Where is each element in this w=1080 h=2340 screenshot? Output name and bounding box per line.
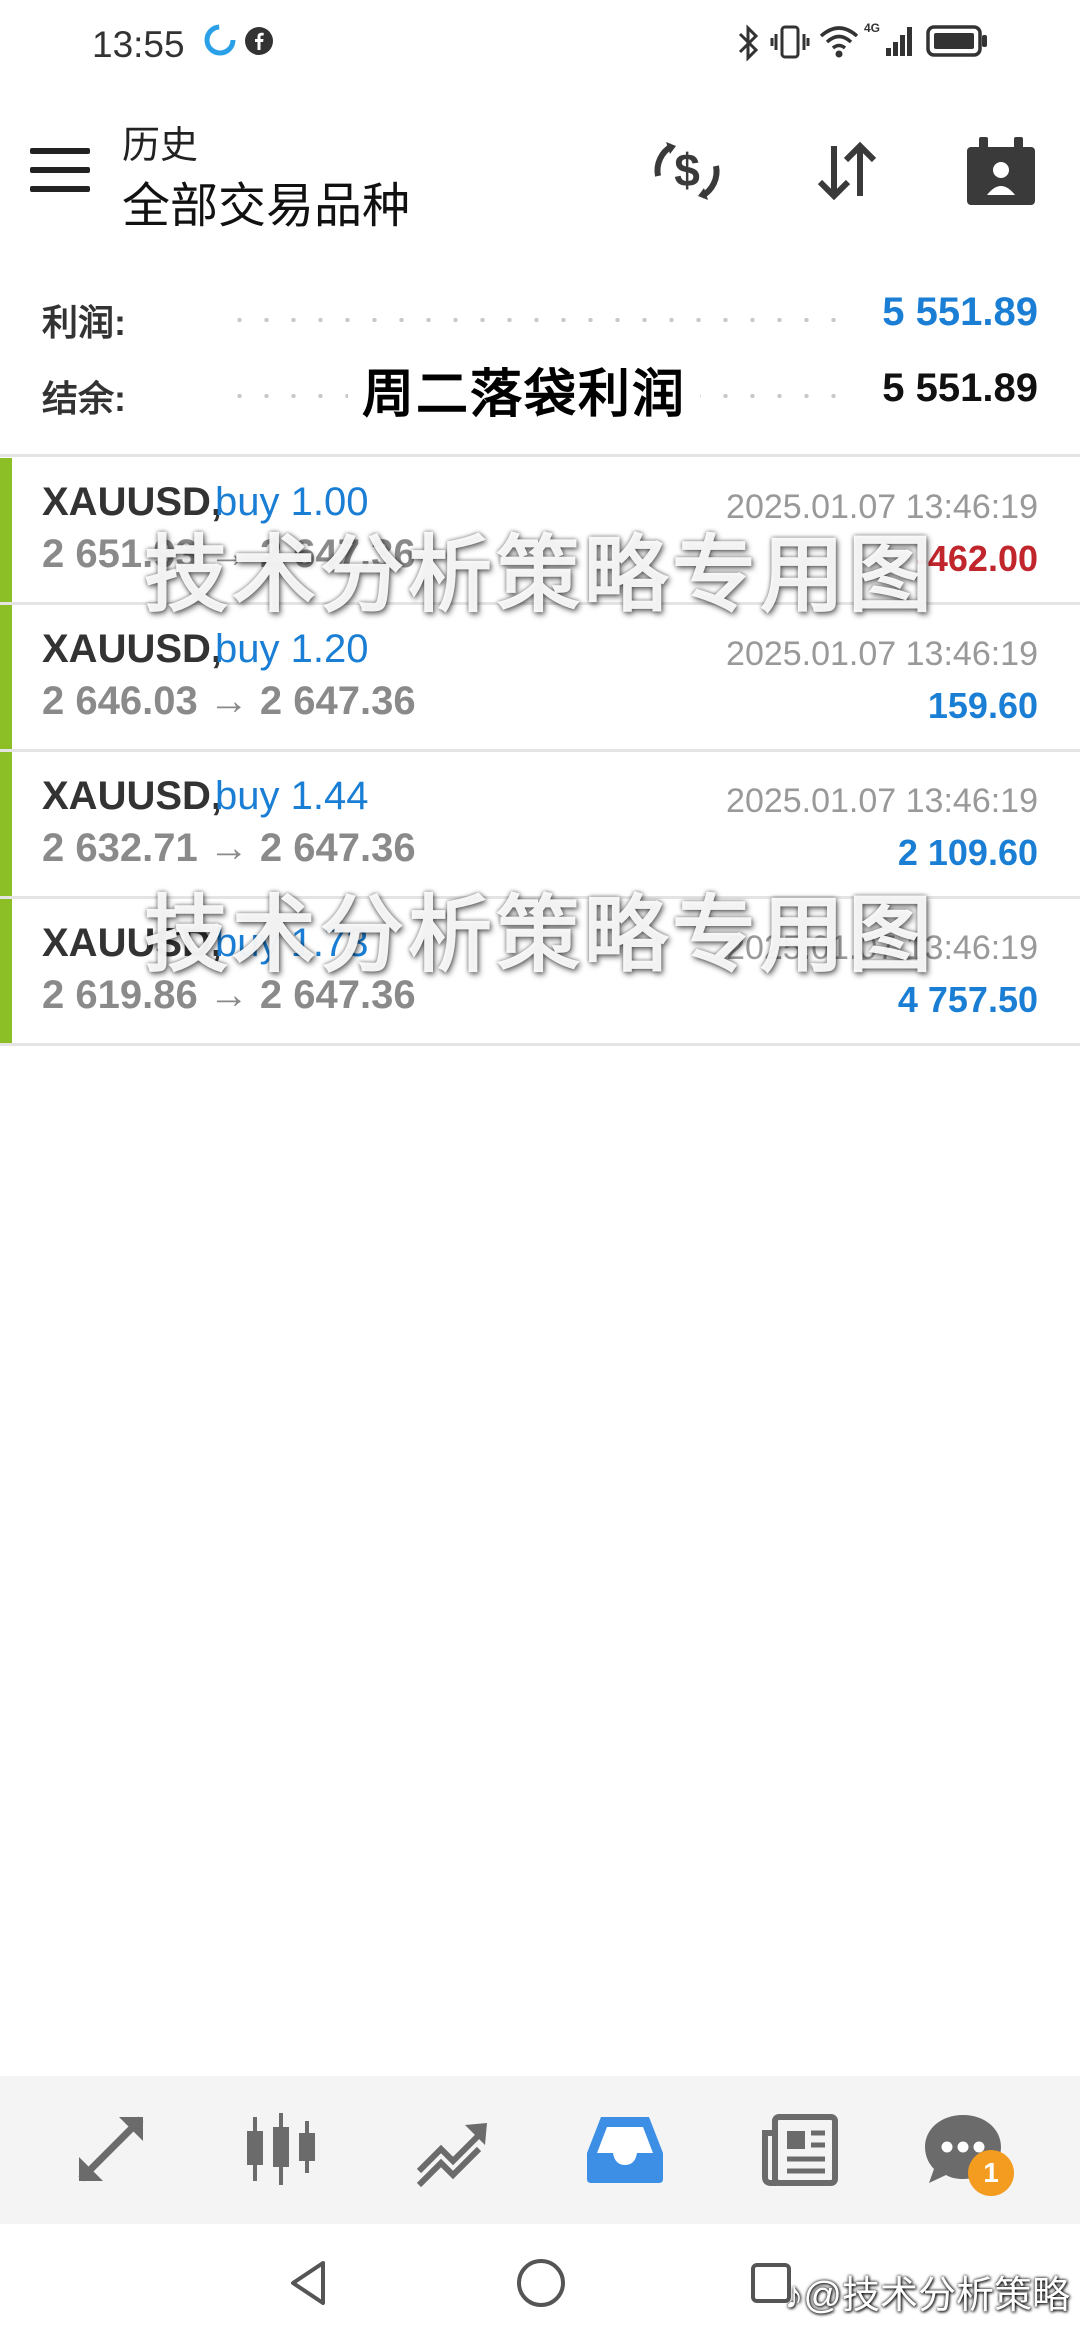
trade-row[interactable]: XAUUSD, buy 1.00 2 651.93 → 2 647.36 202… [0,458,1080,605]
trade-time: 2025.01.07 13:46:19 [726,929,1038,967]
profit-label: 利润: [42,302,126,343]
calendar-user-icon [967,137,1035,205]
trade-icon [416,2123,487,2188]
summary-divider [0,454,1080,457]
nav-chart[interactable] [236,2104,326,2194]
caption-overlay: 周二落袋利润 [348,352,701,427]
trade-prices: 2 646.03 → 2 647.36 [42,679,416,723]
buy-indicator-bar [0,899,12,1043]
nav-history[interactable] [580,2104,670,2194]
svg-text:$: $ [674,144,700,196]
profit-row: 利润: 5 551.89 [0,282,1080,348]
summary-panel: 利润: 5 551.89 结余: 5 551.89 周二落袋利润 [0,282,1080,452]
nav-chat[interactable]: 1 [918,2104,1014,2196]
balance-label: 结余: [42,378,126,419]
menu-button[interactable] [30,148,90,192]
buy-indicator-bar [0,458,12,602]
trade-symbol: XAUUSD, [42,774,223,818]
trade-row[interactable]: XAUUSD, buy 1.20 2 646.03 → 2 647.36 202… [0,605,1080,752]
trade-profit: -462.00 [915,538,1038,579]
trade-prices: 2 619.86 → 2 647.36 [42,973,416,1017]
facebook-icon [244,26,274,61]
buy-indicator-bar [0,752,12,896]
cellular-signal-icon: 4G [864,20,914,65]
news-icon [762,2114,838,2186]
svg-text:4G: 4G [864,21,880,35]
currency-swap-button[interactable]: $ [646,130,728,212]
trade-profit: 159.60 [927,685,1038,726]
app-header: 历史 全部交易品种 $ [0,100,1080,240]
home-button[interactable] [506,2248,576,2318]
menu-icon-line [30,186,90,192]
status-bar: 13:55 4G [0,0,1080,90]
trade-history-list: XAUUSD, buy 1.00 2 651.93 → 2 647.36 202… [0,458,1080,1046]
header-subtitle: 历史 [122,125,199,167]
trade-symbol: XAUUSD, [42,627,223,671]
back-triangle-icon [291,2261,325,2305]
wifi-icon [818,22,860,65]
douyin-logo-icon: ♪ [784,2275,804,2317]
vibrate-icon [770,22,810,67]
nav-trade[interactable] [406,2104,496,2194]
home-circle-icon [517,2259,565,2307]
trade-side-volume: buy 1.44 [215,774,369,818]
trade-profit: 4 757.50 [897,979,1038,1020]
trade-row[interactable]: XAUUSD, buy 1.44 2 632.71 → 2 647.36 202… [0,752,1080,899]
header-title[interactable]: 全部交易品种 [122,166,410,236]
chat-badge: 1 [968,2150,1014,2196]
account-watermark: ♪@技术分析策略 [784,2264,1070,2319]
nav-quotes[interactable] [66,2104,156,2194]
bluetooth-icon [736,24,760,67]
trade-row[interactable]: XAUUSD, buy 1.73 2 619.86 → 2 647.36 202… [0,899,1080,1046]
sort-button[interactable] [806,130,888,212]
app-root: 13:55 4G 历史 全部交易品种 $ 利润: 5 551.89 结余: 5 … [0,0,1080,2340]
history-icon [587,2117,663,2183]
account-watermark-text: @技术分析策略 [803,2275,1070,2317]
trade-time: 2025.01.07 13:46:19 [726,635,1038,673]
period-calendar-button[interactable] [960,130,1042,212]
dollar-swap-icon: $ [654,142,720,200]
menu-icon-line [30,148,90,154]
trade-time: 2025.01.07 13:46:19 [726,488,1038,526]
trade-side-volume: buy 1.00 [215,480,369,524]
battery-icon [926,24,988,63]
profit-value: 5 551.89 [882,290,1038,334]
trade-symbol: XAUUSD, [42,480,223,524]
buy-indicator-bar [0,605,12,749]
back-button[interactable] [274,2248,344,2318]
system-navigation-bar: ♪@技术分析策略 [0,2224,1080,2340]
app-notification-icon [204,24,236,61]
nav-news[interactable] [754,2104,844,2194]
bottom-navigation: 1 [0,2076,1080,2224]
trade-prices: 2 651.93 → 2 647.36 [42,532,416,576]
balance-value: 5 551.89 [882,366,1038,410]
quotes-icon [78,2116,144,2182]
trade-side-volume: buy 1.73 [215,921,369,965]
dotted-leader [226,318,844,322]
menu-icon-line [30,167,90,173]
status-time: 13:55 [92,24,185,65]
chart-icon [247,2113,315,2185]
trade-side-volume: buy 1.20 [215,627,369,671]
trade-symbol: XAUUSD, [42,921,223,965]
trade-time: 2025.01.07 13:46:19 [726,782,1038,820]
trade-prices: 2 632.71 → 2 647.36 [42,826,416,870]
trade-profit: 2 109.60 [897,832,1038,873]
sort-arrows-icon [817,141,877,201]
